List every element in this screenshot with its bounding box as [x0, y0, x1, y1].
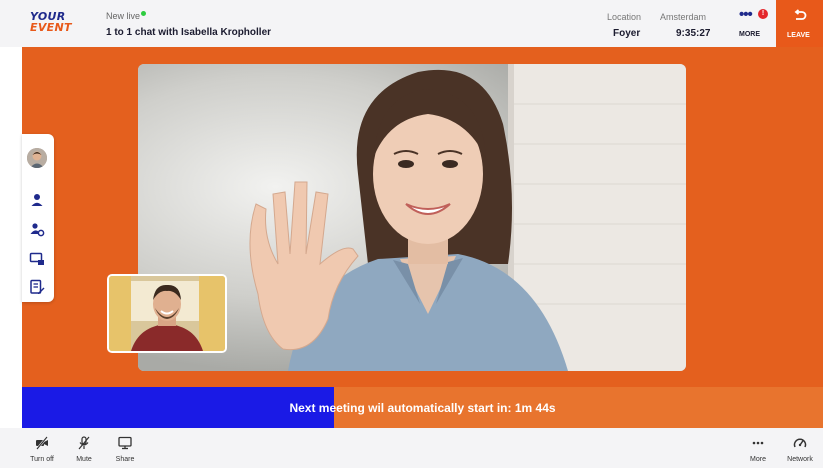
city-label: Amsterdam — [660, 12, 707, 22]
location-value: Foyer — [613, 28, 641, 39]
share-label: Share — [115, 456, 135, 463]
more-menu-button[interactable]: ••• ! MORE — [730, 0, 772, 47]
side-toolbar — [22, 134, 54, 302]
share-screen-button[interactable]: Share — [105, 428, 145, 468]
person-settings-icon[interactable] — [29, 221, 45, 237]
notes-icon[interactable] — [29, 279, 45, 295]
avatar-image — [27, 148, 47, 168]
turn-off-label: Turn off — [30, 456, 54, 463]
self-view-image — [109, 276, 225, 351]
network-gauge-icon — [793, 438, 807, 448]
turn-off-camera-button[interactable]: Turn off — [22, 428, 62, 468]
leave-button[interactable]: LEAVE — [776, 0, 823, 47]
video-off-icon — [36, 436, 48, 450]
mute-label: Mute — [76, 456, 92, 463]
leave-arrow-icon — [794, 9, 807, 20]
next-meeting-countdown-bar: Next meeting wil automatically start in:… — [22, 387, 823, 428]
clock-time: 9:35:27 — [676, 28, 711, 39]
live-indicator-dot — [141, 11, 147, 16]
session-subtitle-text: New live — [106, 11, 141, 21]
more-label: MORE — [739, 31, 760, 38]
more-options-button[interactable]: More — [738, 428, 778, 468]
bottom-toolbar: Turn off Mute Share More Network — [0, 428, 823, 468]
session-title: 1 to 1 chat with Isabella Kropholler — [106, 27, 272, 38]
location-label: Location — [607, 12, 642, 22]
person-icon[interactable] — [29, 192, 45, 208]
monitor-icon — [118, 436, 132, 450]
network-status-button[interactable]: Network — [780, 428, 820, 468]
user-avatar[interactable] — [27, 148, 47, 168]
leave-label: LEAVE — [787, 32, 810, 39]
network-label: Network — [787, 456, 813, 463]
self-view-video[interactable] — [107, 274, 227, 353]
more-dots-icon — [752, 441, 764, 445]
session-subtitle: New live — [106, 11, 147, 21]
event-logo[interactable]: YOUR EVENT — [30, 11, 72, 33]
mute-button[interactable]: Mute — [64, 428, 104, 468]
mic-off-icon — [78, 436, 90, 450]
top-bar: YOUR EVENT New live 1 to 1 chat with Isa… — [0, 0, 823, 47]
more-dots-icon: ••• — [739, 6, 753, 23]
more-label-footer: More — [750, 456, 766, 463]
countdown-text: Next meeting wil automatically start in:… — [289, 401, 556, 415]
logo-line-2: EVENT — [30, 21, 72, 34]
notification-badge: ! — [758, 9, 768, 19]
screen-share-icon[interactable] — [29, 251, 45, 267]
